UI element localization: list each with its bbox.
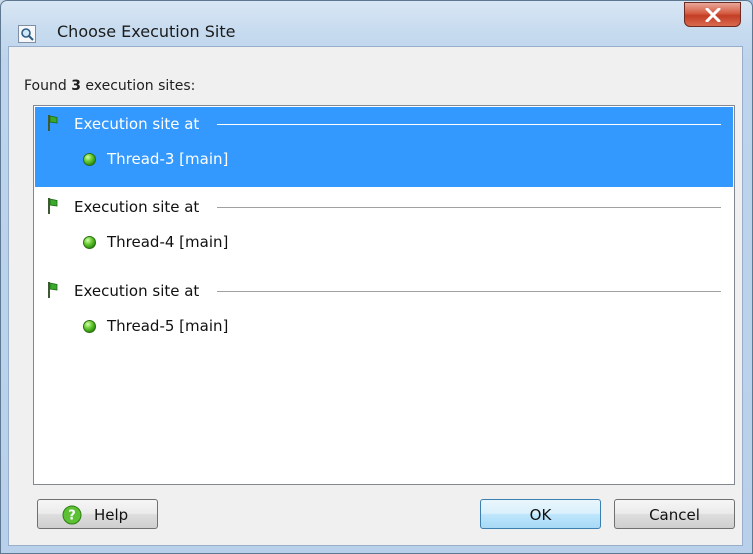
execution-site-item[interactable]: Execution site at Thread-5 [main] <box>35 274 733 354</box>
cancel-button-label: Cancel <box>649 506 700 524</box>
found-suffix: execution sites: <box>80 78 196 94</box>
flag-icon <box>48 282 58 298</box>
site-separator <box>217 291 721 292</box>
found-sites-label: Found 3 execution sites: <box>24 78 195 94</box>
found-prefix: Found <box>24 78 72 94</box>
flag-icon <box>48 198 58 214</box>
green-dot-icon <box>83 320 96 333</box>
ok-button[interactable]: OK <box>480 499 601 529</box>
found-count: 3 <box>71 78 81 94</box>
site-separator <box>217 207 721 208</box>
help-button[interactable]: ? Help <box>37 499 158 529</box>
site-label: Execution site at <box>74 282 200 300</box>
execution-site-list[interactable]: Execution site at Thread-3 [main] Execut… <box>33 105 735 485</box>
green-dot-icon <box>83 236 96 249</box>
help-icon: ? <box>62 505 82 525</box>
help-button-label: Help <box>94 506 129 524</box>
close-button[interactable] <box>684 2 741 27</box>
flag-icon <box>48 115 58 131</box>
site-label: Execution site at <box>74 198 200 216</box>
site-separator <box>217 124 721 125</box>
ok-button-label: OK <box>529 506 552 524</box>
close-icon <box>705 8 721 22</box>
green-dot-icon <box>83 153 96 166</box>
window-title: Choose Execution Site <box>57 22 236 41</box>
site-label: Execution site at <box>74 115 200 133</box>
svg-text:?: ? <box>68 509 76 524</box>
magnifier-app-icon <box>18 25 36 43</box>
title-bar[interactable]: Choose Execution Site <box>1 1 752 47</box>
cancel-button[interactable]: Cancel <box>614 499 735 529</box>
thread-label: Thread-3 [main] <box>107 150 229 168</box>
execution-site-item[interactable]: Execution site at Thread-3 [main] <box>35 107 733 187</box>
execution-site-item[interactable]: Execution site at Thread-4 [main] <box>35 190 733 270</box>
thread-label: Thread-5 [main] <box>107 317 229 335</box>
thread-label: Thread-4 [main] <box>107 233 229 251</box>
